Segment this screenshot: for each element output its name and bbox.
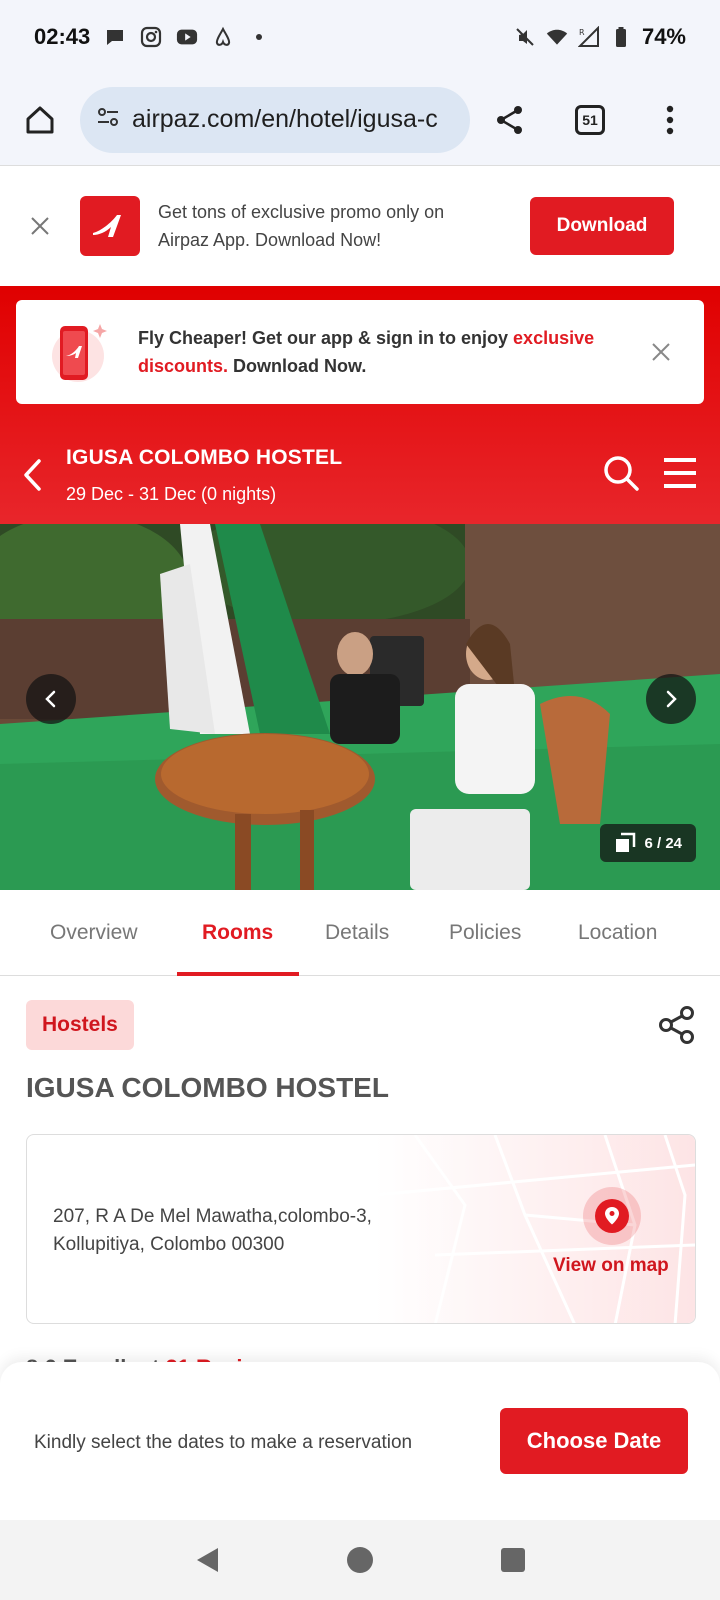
hotel-name: IGUSA COLOMBO HOSTEL [26, 1072, 389, 1103]
address-bar[interactable]: airpaz.com/en/hotel/igusa-c [80, 86, 470, 153]
download-button[interactable]: Download [530, 197, 674, 255]
home-icon [26, 106, 54, 133]
section-tabs: Overview Rooms Details Policies Location [0, 890, 720, 976]
red-header: Fly Cheaper! Get our app & sign in to en… [0, 286, 720, 524]
more-vertical-icon [666, 105, 674, 134]
choose-date-button[interactable]: Choose Date [500, 1408, 688, 1474]
address-card[interactable]: 207, R A De Mel Mawatha,colombo-3, Kollu… [26, 1134, 696, 1324]
browser-toolbar: airpaz.com/en/hotel/igusa-c 51 [0, 74, 720, 166]
search-icon [604, 455, 639, 491]
map-pin-icon [583, 1187, 641, 1245]
promo-text: Fly Cheaper! Get our app & sign in to en… [138, 324, 598, 380]
gallery-icon [616, 832, 636, 852]
airpaz-logo [80, 196, 140, 256]
tab-rooms[interactable]: Rooms [202, 890, 273, 976]
reservation-bar: Kindly select the dates to make a reserv… [0, 1362, 720, 1520]
home-circle-icon [346, 1547, 373, 1573]
share-hotel-button[interactable] [656, 1004, 698, 1046]
nav-back-button[interactable] [187, 1540, 227, 1580]
battery-icon [610, 26, 632, 48]
header-hotel-name: IGUSA COLOMBO HOSTEL [66, 445, 343, 469]
hotel-address: 207, R A De Mel Mawatha,colombo-3, Kollu… [53, 1206, 372, 1255]
youtube-icon [176, 26, 198, 48]
site-settings-icon[interactable] [94, 103, 122, 136]
tab-policies[interactable]: Policies [449, 890, 521, 976]
reservation-prompt: Kindly select the dates to make a reserv… [34, 1432, 413, 1453]
tab-overview[interactable]: Overview [50, 890, 138, 976]
chevron-right-icon [666, 690, 677, 708]
chevron-left-icon [45, 690, 56, 708]
system-navigation-bar [0, 1520, 720, 1600]
active-tab-indicator [177, 972, 299, 976]
header-actions [602, 454, 698, 497]
nav-recents-button[interactable] [493, 1540, 533, 1580]
promo-text-tail: Download Now. [228, 356, 367, 376]
home-button[interactable] [0, 74, 80, 166]
tab-location[interactable]: Location [578, 890, 657, 976]
tab-switcher-button[interactable]: 51 [550, 74, 630, 166]
back-triangle-icon [196, 1548, 218, 1572]
system-icons: R 74% [514, 24, 686, 50]
status-bar: 02:43 R 74% [0, 0, 720, 74]
battery-percent: 74% [641, 24, 686, 49]
carousel-prev-button[interactable] [26, 674, 76, 724]
chat-icon [104, 26, 126, 48]
map-thumbnail [375, 1135, 695, 1323]
notification-icons [104, 26, 270, 48]
status-time: 02:43 [34, 24, 91, 49]
url-text: airpaz.com/en/hotel/igusa-c [132, 105, 438, 133]
share-page-button[interactable] [470, 74, 550, 166]
chevron-left-icon [24, 459, 41, 491]
recents-square-icon [501, 1548, 526, 1572]
banner-close-button[interactable] [0, 166, 80, 286]
phone-app-icon [48, 320, 112, 384]
tab-details[interactable]: Details [325, 890, 389, 976]
back-button[interactable] [0, 426, 66, 524]
header-dates: 29 Dec - 31 Dec (0 nights) [66, 483, 277, 504]
hotel-summary: IGUSA COLOMBO HOSTEL 29 Dec - 31 Dec (0 … [66, 446, 342, 505]
promo-text-lead: Fly Cheaper! Get our app & sign in to en… [138, 328, 514, 348]
nav-home-button[interactable] [340, 1540, 380, 1580]
carousel-next-button[interactable] [646, 674, 696, 724]
wifi-icon [546, 26, 568, 48]
svg-text:R: R [579, 28, 585, 37]
view-on-map-link[interactable]: View on map [553, 1255, 669, 1277]
search-button[interactable] [602, 454, 640, 497]
photo-counter[interactable]: 6 / 24 [600, 824, 696, 862]
app-download-banner: Get tons of exclusive promo only on Airp… [0, 166, 720, 286]
close-icon [652, 343, 670, 361]
property-type-badge: Hostels [26, 1000, 134, 1050]
airbnb-icon [212, 26, 234, 48]
share-icon [659, 1006, 694, 1044]
share-icon [497, 105, 522, 134]
promo-close-button[interactable] [646, 337, 676, 367]
tab-count: 51 [575, 104, 605, 135]
banner-text: Get tons of exclusive promo only on Airp… [158, 202, 445, 250]
menu-button[interactable] [662, 456, 698, 495]
hotel-photo-carousel[interactable]: 6 / 24 [0, 524, 720, 890]
dot-icon [248, 26, 270, 48]
hamburger-icon [664, 457, 696, 488]
close-icon [31, 217, 49, 235]
photo-counter-text: 6 / 24 [644, 834, 682, 852]
instagram-icon [140, 26, 162, 48]
promo-card[interactable]: Fly Cheaper! Get our app & sign in to en… [16, 300, 704, 404]
mute-icon [514, 26, 536, 48]
hotel-navbar: IGUSA COLOMBO HOSTEL 29 Dec - 31 Dec (0 … [0, 426, 720, 524]
signal-icon: R [577, 26, 600, 48]
browser-menu-button[interactable] [630, 74, 710, 166]
